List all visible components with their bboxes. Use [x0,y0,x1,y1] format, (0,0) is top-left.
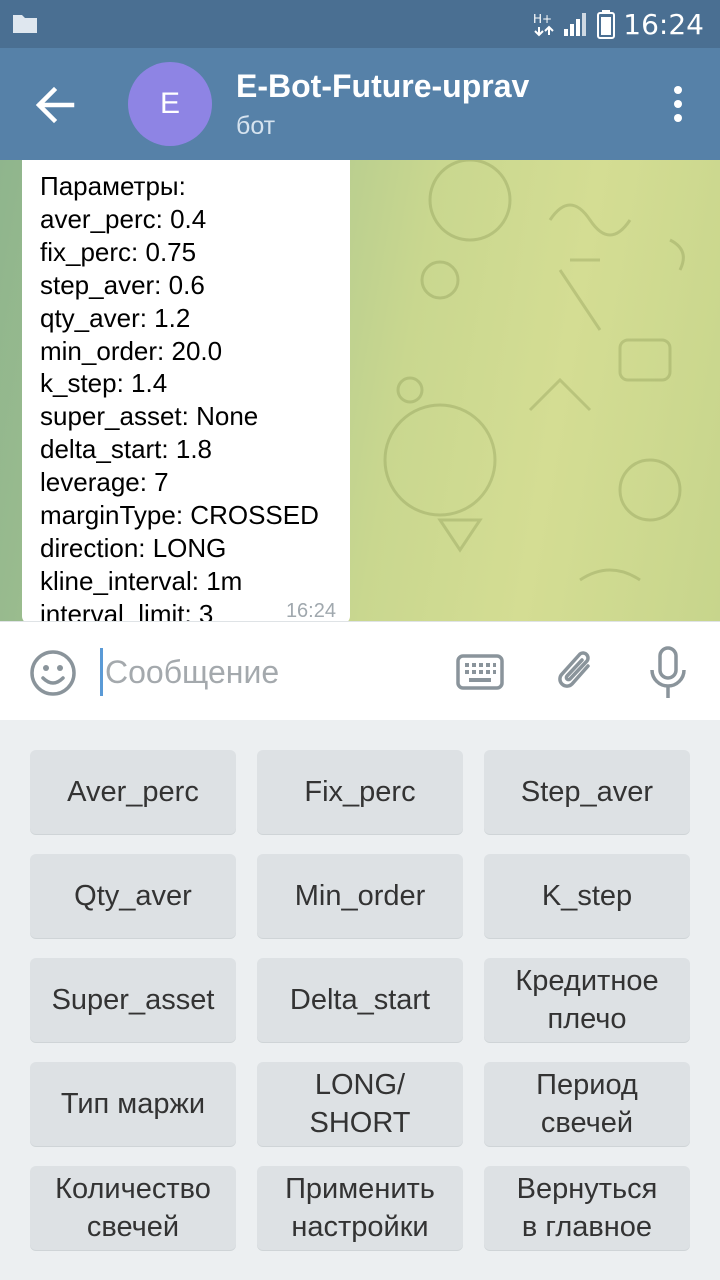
background-pattern [383,160,685,582]
super-asset-button[interactable]: Super_asset [30,958,236,1042]
message-line: k_step: 1.4 [40,368,168,399]
message-bubble[interactable]: Параметры: aver_perc: 0.4 fix_perc: 0.75… [22,160,350,621]
aver-perc-button[interactable]: Aver_perc [30,750,236,834]
chat-subtitle: бот [236,112,276,140]
chat-area[interactable]: Параметры: aver_perc: 0.4 fix_perc: 0.75… [0,160,720,621]
chat-header: E E-Bot-Future-uprav бот [0,48,720,160]
candle-count-button[interactable]: Количество свечей [30,1166,236,1250]
min-order-button[interactable]: Min_order [257,854,463,938]
avatar-letter: E [159,87,180,120]
back-arrow-icon[interactable] [28,78,82,132]
status-indicators: H+ 16:24 [533,7,704,41]
message-line: step_aver: 0.6 [40,269,205,300]
message-line: leverage: 7 [40,467,169,498]
bot-reply-keyboard: Aver_perc Fix_perc Step_aver Qty_aver Mi… [0,720,720,1280]
more-vertical-icon[interactable] [666,84,690,124]
paperclip-icon[interactable] [554,646,598,698]
back-to-main-button[interactable]: Вернуться в главное [484,1166,690,1250]
message-line: aver_perc: 0.4 [40,203,207,234]
message-time: 16:24 [285,600,336,621]
leverage-button[interactable]: Кредитное плечо [484,958,690,1042]
kline-interval-button[interactable]: Период свечей [484,1062,690,1146]
message-line: direction: LONG [40,532,227,563]
status-bar: H+ 16:24 [0,0,720,48]
message-input[interactable] [100,648,430,696]
k-step-button[interactable]: K_step [484,854,690,938]
chat-title[interactable]: E-Bot-Future-uprav [236,68,529,105]
message-line: marginType: CROSSED [40,500,319,531]
microphone-icon[interactable] [648,646,688,700]
qty-aver-button[interactable]: Qty_aver [30,854,236,938]
avatar[interactable]: E [128,62,212,146]
emoji-icon[interactable] [28,648,78,698]
message-composer [0,621,720,720]
margin-type-button[interactable]: Тип маржи [30,1062,236,1146]
message-line: min_order: 20.0 [40,335,223,366]
delta-start-button[interactable]: Delta_start [257,958,463,1042]
battery-icon [597,10,616,39]
step-aver-button[interactable]: Step_aver [484,750,690,834]
direction-button[interactable]: LONG/ SHORT [257,1062,463,1146]
message-line: fix_perc: 0.75 [40,236,197,267]
network-type-icon: H+ [533,12,555,37]
status-time: 16:24 [623,7,704,41]
folder-icon [13,15,37,33]
fix-perc-button[interactable]: Fix_perc [257,750,463,834]
apply-settings-button[interactable]: Применить настройки [257,1166,463,1250]
svg-text:H+: H+ [533,12,552,26]
message-line: Параметры: [40,171,186,201]
message-line: super_asset: None [40,401,259,432]
message-line: delta_start: 1.8 [40,434,212,465]
bot-keyboard-icon[interactable] [456,652,504,692]
message-line: kline_interval: 1m [40,565,243,596]
message-line: qty_aver: 1.2 [40,302,191,333]
signal-icon [564,13,587,36]
